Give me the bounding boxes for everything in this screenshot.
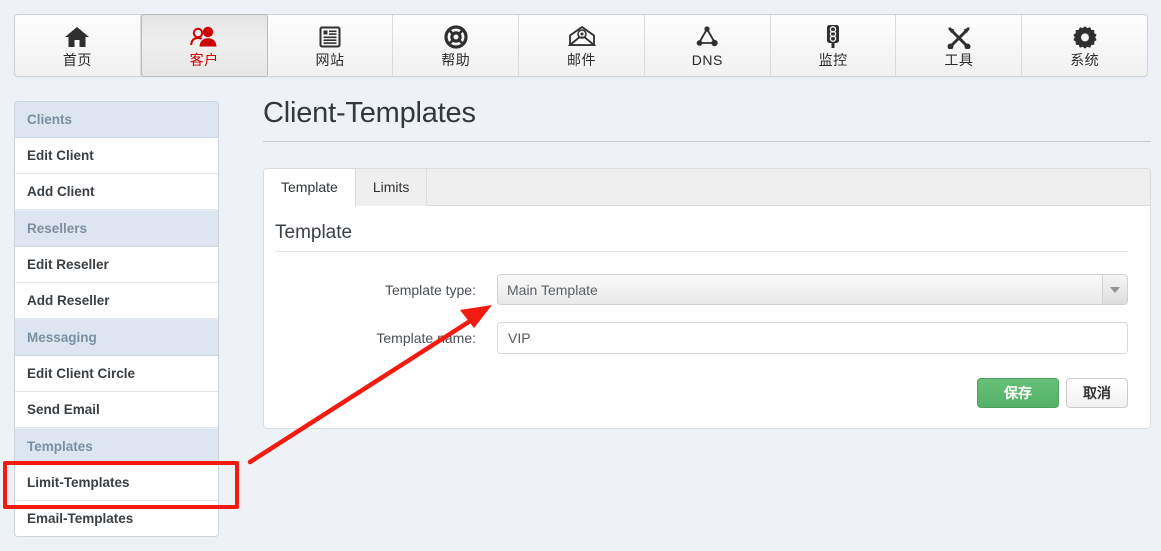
- home-icon: [64, 23, 90, 49]
- page-title: Client-Templates: [263, 97, 476, 129]
- lifering-icon: [444, 23, 468, 49]
- template-name-input[interactable]: [497, 322, 1128, 354]
- nav-item-system[interactable]: 系统: [1022, 15, 1147, 76]
- form-actions: 保存 取消: [275, 378, 1128, 408]
- nav-item-label: 监控: [818, 52, 848, 68]
- sidebar-item-email-templates[interactable]: Email-Templates: [15, 501, 218, 536]
- template-type-label: Template type:: [384, 281, 476, 298]
- nav-item-label: 工具: [944, 52, 974, 68]
- form-row-template-name: Template name:: [275, 322, 1128, 354]
- sidebar-group-messaging: Messaging: [15, 319, 218, 356]
- section-divider: [275, 251, 1128, 252]
- sidebar-item-add-reseller[interactable]: Add Reseller: [15, 283, 218, 319]
- gear-icon: [1073, 23, 1097, 49]
- sidebar-item-edit-client[interactable]: Edit Client: [15, 138, 218, 174]
- title-divider: [263, 141, 1151, 142]
- main-navigation: 首页 客户 网站 帮助 邮件 DNS 监控 工具 系统: [14, 14, 1148, 77]
- app-root: 首页 客户 网站 帮助 邮件 DNS 监控 工具 系统 Clients Edit…: [0, 0, 1161, 551]
- cancel-button[interactable]: 取消: [1066, 378, 1128, 408]
- panel-body: Template Template type: Main Template Te…: [264, 206, 1150, 428]
- panel-tab-bar: Template Limits: [264, 169, 1150, 207]
- main-content: Client-Templates Template Limits Templat…: [263, 93, 1151, 429]
- sidebar-item-edit-client-circle[interactable]: Edit Client Circle: [15, 356, 218, 392]
- sidebar-item-limit-templates[interactable]: Limit-Templates: [15, 465, 218, 501]
- tab-limits[interactable]: Limits: [355, 169, 428, 206]
- nav-item-label: 首页: [62, 52, 92, 68]
- nav-item-dns[interactable]: DNS: [645, 15, 771, 76]
- nav-item-label: 网站: [315, 52, 345, 68]
- template-name-label: Template name:: [376, 330, 476, 346]
- sidebar-item-send-email[interactable]: Send Email: [15, 392, 218, 428]
- nav-item-label: 系统: [1070, 52, 1100, 68]
- nav-item-mail[interactable]: 邮件: [519, 15, 645, 76]
- nav-item-websites[interactable]: 网站: [268, 15, 394, 76]
- nav-item-help[interactable]: 帮助: [393, 15, 520, 76]
- nav-item-label: DNS: [691, 52, 723, 68]
- traffic-light-icon: [824, 23, 842, 49]
- sidebar-item-edit-reseller[interactable]: Edit Reseller: [15, 247, 218, 283]
- nav-item-label: 帮助: [441, 52, 471, 68]
- sidebar-group-resellers: Resellers: [15, 210, 218, 247]
- envelope-at-icon: [567, 23, 596, 49]
- network-icon: [695, 23, 719, 49]
- section-title: Template: [275, 222, 353, 243]
- nav-item-tools[interactable]: 工具: [896, 15, 1023, 76]
- webpage-icon: [318, 23, 342, 49]
- nav-item-home[interactable]: 首页: [15, 15, 141, 76]
- save-button[interactable]: 保存: [977, 378, 1059, 408]
- users-icon: [189, 23, 219, 49]
- nav-item-clients[interactable]: 客户: [140, 14, 268, 77]
- template-panel: Template Limits Template Template type: …: [263, 168, 1151, 429]
- sidebar: Clients Edit Client Add Client Resellers…: [14, 101, 219, 537]
- tab-template[interactable]: Template: [264, 169, 356, 207]
- form-row-template-type: Template type: Main Template: [275, 274, 1128, 305]
- chevron-down-icon[interactable]: [1102, 275, 1127, 304]
- nav-item-monitoring[interactable]: 监控: [771, 15, 897, 76]
- sidebar-item-add-client[interactable]: Add Client: [15, 174, 218, 210]
- template-type-select[interactable]: Main Template: [497, 274, 1128, 305]
- nav-item-label: 邮件: [567, 52, 597, 68]
- sidebar-group-templates: Templates: [15, 428, 218, 465]
- sidebar-group-clients: Clients: [15, 102, 218, 138]
- nav-item-label: 客户: [189, 52, 219, 68]
- tools-icon: [946, 23, 972, 49]
- template-type-value: Main Template: [507, 281, 598, 298]
